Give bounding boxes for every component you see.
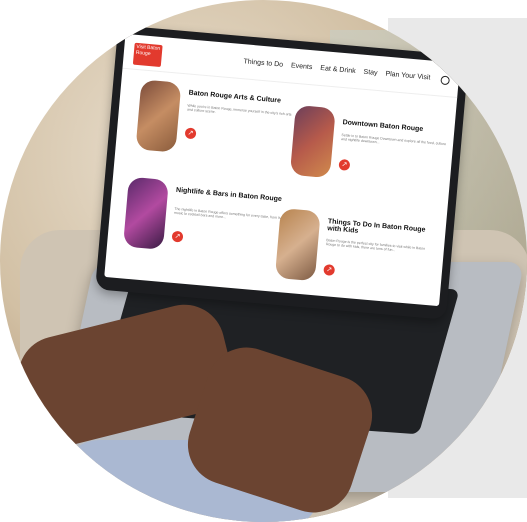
search-icon[interactable] (440, 75, 451, 86)
card-image (122, 176, 169, 250)
nav-item-plan-your-visit[interactable]: Plan Your Visit (385, 71, 430, 82)
card-arts-culture[interactable]: Baton Rouge Arts & Culture While you're … (134, 79, 301, 183)
card-title: Things To Do In Baton Rouge with Kids (326, 218, 426, 235)
card-image (274, 208, 321, 282)
nav-item-events[interactable]: Events (291, 62, 313, 71)
site-logo[interactable]: Visit Baton Rouge (132, 42, 163, 68)
card-desc: While you're in Baton Rouge, immerse you… (186, 103, 292, 117)
card-image (135, 79, 182, 153)
laptop-screen-bezel: Visit Baton Rouge Things to Do Events Ea… (95, 25, 469, 320)
card-desc: Settle in to Baton Rouge Downtown and ex… (340, 133, 447, 147)
arrow-icon[interactable]: ↗ (338, 158, 351, 171)
arrow-icon[interactable]: ↗ (184, 127, 197, 140)
nav-item-stay[interactable]: Stay (363, 69, 378, 77)
nav-item-eat-drink[interactable]: Eat & Drink (320, 65, 356, 75)
card-image (289, 104, 336, 179)
laptop-screen: Visit Baton Rouge Things to Do Events Ea… (104, 33, 461, 307)
card-title: Baton Rouge Arts & Culture (188, 89, 282, 105)
card-downtown[interactable]: Downtown Baton Rouge Settle in to Baton … (288, 104, 455, 209)
card-title: Downtown Baton Rouge (342, 119, 424, 134)
card-desc: Baton Rouge is the perfect city for fami… (325, 238, 426, 253)
arrow-icon[interactable]: ↗ (171, 230, 184, 243)
nav-item-things-to-do[interactable]: Things to Do (243, 58, 283, 68)
lifestyle-photo: Visit Baton Rouge Things to Do Events Ea… (0, 0, 527, 522)
arrow-icon[interactable]: ↗ (323, 264, 336, 276)
card-kids[interactable]: Things To Do In Baton Rouge with Kids Ba… (273, 208, 440, 306)
card-desc: The nightlife in Baton Rouge offers some… (173, 206, 284, 221)
card-title: Nightlife & Bars in Baton Rouge (175, 186, 283, 204)
card-nightlife[interactable]: Nightlife & Bars in Baton Rouge The nigh… (121, 176, 288, 281)
nav-items: Things to Do Events Eat & Drink Stay Pla… (243, 58, 430, 81)
